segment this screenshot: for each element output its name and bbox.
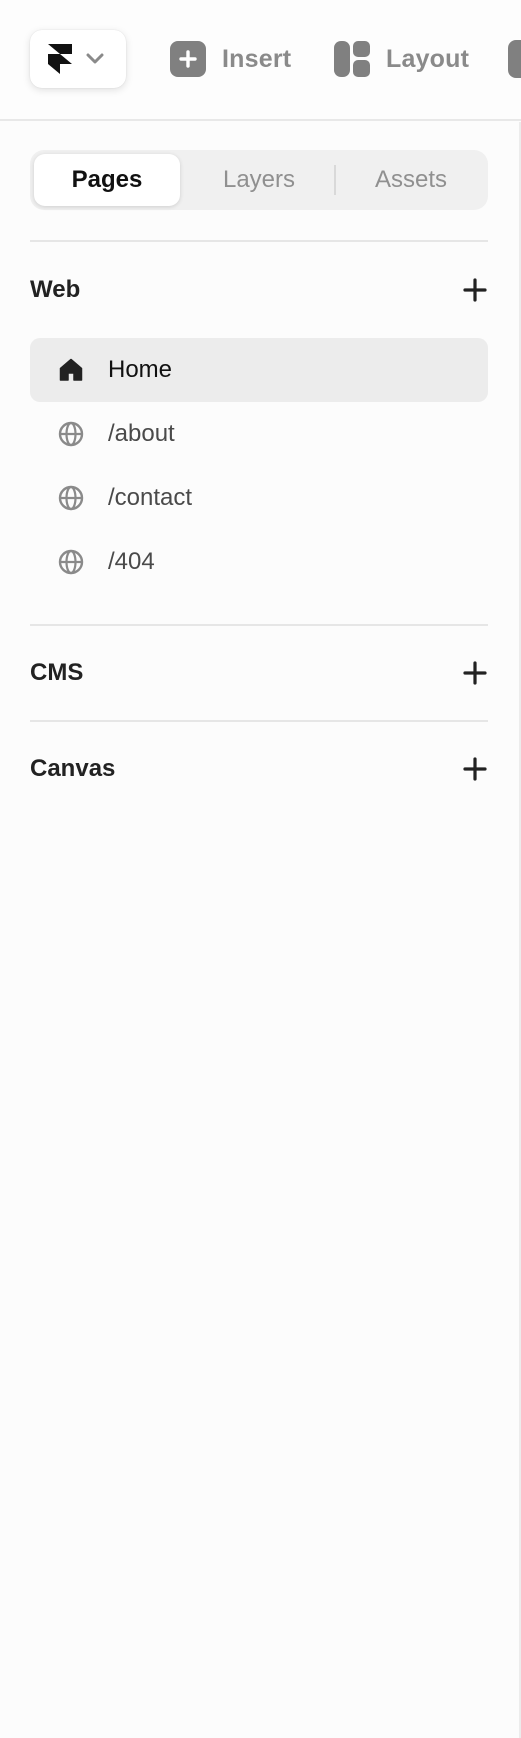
globe-icon	[58, 485, 84, 511]
divider	[30, 240, 488, 242]
tab-assets[interactable]: Assets	[338, 154, 484, 206]
layout-label: Layout	[386, 44, 470, 73]
globe-icon	[58, 421, 84, 447]
divider	[30, 720, 488, 722]
tab-divider	[334, 165, 336, 195]
plus-icon[interactable]	[462, 756, 488, 782]
page-item-label: Home	[108, 356, 173, 383]
divider	[30, 624, 488, 626]
insert-label: Insert	[222, 44, 292, 73]
more-tools-button[interactable]	[508, 40, 521, 78]
section-web-header: Web	[30, 270, 488, 310]
home-icon	[59, 358, 83, 381]
page-item-contact[interactable]: /contact	[30, 466, 488, 530]
section-canvas-header: Canvas	[30, 749, 488, 789]
chevron-down-icon	[86, 53, 104, 64]
framer-editor: Insert Layout Pages Layers Assets Web Ho…	[0, 0, 521, 1738]
layout-button[interactable]: Layout	[334, 40, 469, 78]
panel-tabs: Pages Layers Assets	[30, 150, 488, 210]
layout-icon	[334, 41, 370, 77]
section-web-title: Web	[30, 276, 81, 303]
tab-layers[interactable]: Layers	[186, 154, 332, 206]
plus-icon[interactable]	[462, 277, 488, 303]
section-canvas-title: Canvas	[30, 755, 116, 782]
insert-button[interactable]: Insert	[170, 40, 291, 78]
page-item-about[interactable]: /about	[30, 402, 488, 466]
plus-icon[interactable]	[462, 660, 488, 686]
page-item-home[interactable]: Home	[30, 338, 488, 402]
page-item-label: /contact	[108, 484, 193, 511]
plus-square-icon	[170, 41, 206, 77]
framer-logo-icon	[48, 44, 72, 74]
page-item-label: /about	[108, 420, 175, 447]
top-toolbar: Insert Layout	[0, 0, 521, 121]
page-item-label: /404	[108, 548, 155, 575]
main-menu-button[interactable]	[30, 30, 126, 88]
section-cms-title: CMS	[30, 659, 84, 686]
tab-pages[interactable]: Pages	[34, 154, 180, 206]
section-cms-header: CMS	[30, 653, 488, 693]
page-item-404[interactable]: /404	[30, 530, 488, 594]
globe-icon	[58, 549, 84, 575]
